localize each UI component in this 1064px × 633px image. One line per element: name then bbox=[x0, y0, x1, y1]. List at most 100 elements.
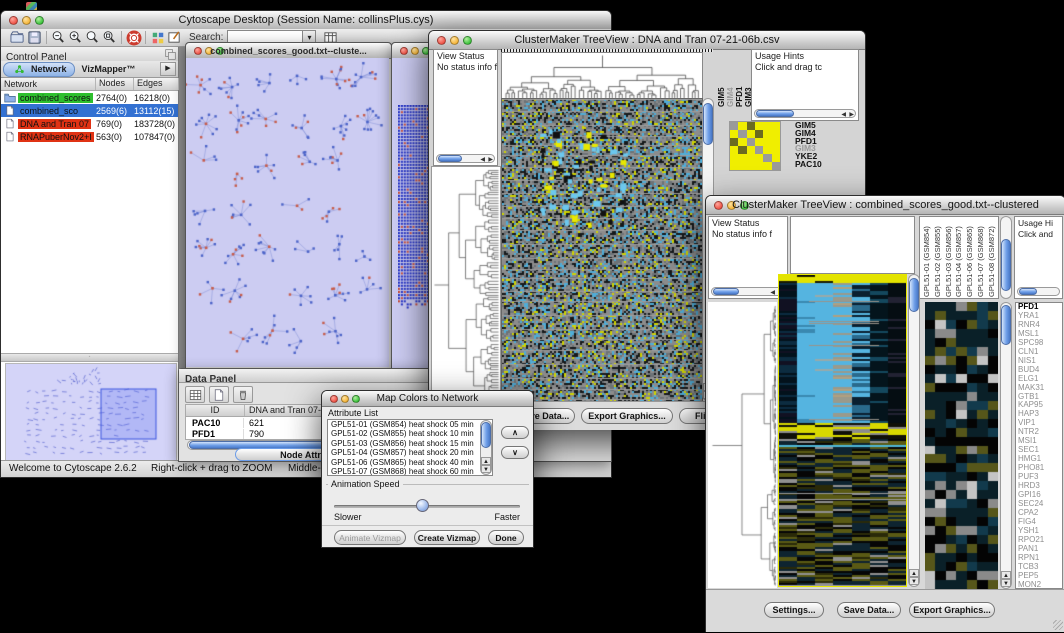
minimize-button[interactable] bbox=[411, 47, 419, 55]
network-frame-title-bar[interactable]: combined_scores_good.txt--cluste... bbox=[186, 43, 391, 59]
matrix-cell[interactable] bbox=[763, 130, 771, 138]
view-status-hscrollbar[interactable]: ◀ ▶ bbox=[436, 154, 495, 163]
matrix-cell[interactable] bbox=[730, 146, 738, 154]
scroll-up-arrow-icon[interactable]: ▲ bbox=[909, 569, 919, 577]
matrix-cell[interactable] bbox=[747, 130, 755, 138]
scrollbar-thumb[interactable] bbox=[438, 155, 462, 162]
save-icon[interactable] bbox=[26, 30, 43, 46]
matrix-cell[interactable] bbox=[738, 130, 746, 138]
tv2-detail-heatmap[interactable] bbox=[925, 302, 998, 589]
scroll-down-arrow-icon[interactable]: ▼ bbox=[909, 577, 919, 585]
matrix-cell[interactable] bbox=[730, 162, 738, 170]
scrollbar-thumb[interactable] bbox=[1019, 288, 1037, 295]
scrollbar-thumb[interactable] bbox=[1001, 239, 1011, 291]
matrix-cell[interactable] bbox=[763, 122, 771, 130]
column-header-network[interactable]: Network bbox=[1, 78, 96, 90]
matrix-cell[interactable] bbox=[755, 154, 763, 162]
column-header-id[interactable]: ID bbox=[186, 405, 245, 416]
matrix-cell[interactable] bbox=[738, 154, 746, 162]
matrix-cell[interactable] bbox=[755, 122, 763, 130]
vizmapper-icon[interactable] bbox=[149, 30, 166, 46]
tv1-row-dendrogram[interactable] bbox=[431, 166, 501, 403]
matrix-cell[interactable] bbox=[763, 154, 771, 162]
open-file-icon[interactable] bbox=[9, 30, 26, 46]
matrix-cell[interactable] bbox=[763, 162, 771, 170]
scroll-right-arrow-icon[interactable]: ▶ bbox=[488, 155, 493, 166]
attribute-listbox[interactable]: GPL51-01 (GSM854) heat shock 05 minGPL51… bbox=[327, 419, 493, 476]
matrix-cell[interactable] bbox=[772, 138, 780, 146]
scrollbar-thumb[interactable] bbox=[481, 422, 491, 448]
attribute-list-item[interactable]: GPL51-03 (GSM856) heat shock 15 min bbox=[331, 439, 492, 448]
scroll-up-arrow-icon[interactable]: ▲ bbox=[1001, 571, 1011, 579]
attribute-list-item[interactable]: GPL51-01 (GSM854) heat shock 05 min bbox=[331, 420, 492, 429]
tv1-detail-matrix[interactable] bbox=[729, 121, 781, 171]
column-header-nodes[interactable]: Nodes bbox=[96, 78, 134, 90]
matrix-cell[interactable] bbox=[755, 162, 763, 170]
matrix-cell[interactable] bbox=[755, 146, 763, 154]
tab-overflow-button[interactable]: ▶ bbox=[160, 62, 176, 76]
attribute-list-item[interactable]: GPL51-07 (GSM868) heat shock 60 min bbox=[331, 467, 492, 476]
attribute-list-item[interactable]: GPL51-06 (GSM865) heat shock 40 min bbox=[331, 458, 492, 467]
new-document-icon[interactable] bbox=[209, 386, 229, 403]
tv2-title-bar[interactable]: ClusterMaker TreeView : combined_scores_… bbox=[706, 196, 1064, 215]
panel-divider[interactable]: ◦ bbox=[1, 353, 178, 362]
matrix-cell[interactable] bbox=[747, 138, 755, 146]
zoom-selected-icon[interactable] bbox=[84, 30, 101, 46]
matrix-cell[interactable] bbox=[730, 122, 738, 130]
network-overview-thumbnail[interactable] bbox=[5, 363, 177, 465]
attribute-grid-icon[interactable] bbox=[185, 386, 205, 403]
matrix-cell[interactable] bbox=[730, 130, 738, 138]
scrollbar-thumb[interactable] bbox=[713, 288, 739, 295]
matrix-cell[interactable] bbox=[747, 154, 755, 162]
scroll-down-arrow-icon[interactable]: ▼ bbox=[1001, 579, 1011, 587]
delete-trash-icon[interactable] bbox=[233, 386, 253, 403]
scroll-down-arrow-icon[interactable]: ▼ bbox=[481, 465, 491, 473]
attribute-list-item[interactable]: GPL51-04 (GSM857) heat shock 20 min bbox=[331, 448, 492, 457]
zoom-in-icon[interactable] bbox=[67, 30, 84, 46]
button-export-graphics-[interactable]: Export Graphics... bbox=[581, 408, 673, 424]
matrix-cell[interactable] bbox=[772, 130, 780, 138]
button-animate-vizmap[interactable]: Animate Vizmap bbox=[334, 530, 406, 545]
usage-hints-hscrollbar[interactable] bbox=[1017, 287, 1060, 296]
scroll-left-arrow-icon[interactable]: ◀ bbox=[770, 288, 775, 299]
close-button[interactable] bbox=[400, 47, 408, 55]
scrollbar-thumb[interactable] bbox=[1001, 305, 1011, 345]
matrix-cell[interactable] bbox=[772, 162, 780, 170]
resize-grip[interactable] bbox=[1053, 620, 1063, 630]
tab-vizmapper[interactable]: VizMapper™ bbox=[75, 63, 143, 76]
matrix-cell[interactable] bbox=[747, 146, 755, 154]
tv1-title-bar[interactable]: ClusterMaker TreeView : DNA and Tran 07-… bbox=[429, 31, 865, 50]
column-header-edges[interactable]: Edges bbox=[134, 78, 179, 90]
tv1-heatmap[interactable] bbox=[501, 98, 703, 403]
matrix-cell[interactable] bbox=[738, 162, 746, 170]
zoom-out-icon[interactable] bbox=[50, 30, 67, 46]
attribute-list-item[interactable]: GPL51-02 (GSM855) heat shock 10 min bbox=[331, 429, 492, 438]
float-panel-icon[interactable] bbox=[164, 48, 176, 60]
matrix-cell[interactable] bbox=[738, 146, 746, 154]
tv2-heatmap-vscrollbar[interactable]: ▲ ▼ bbox=[908, 274, 920, 587]
speed-slider-thumb[interactable] bbox=[416, 499, 429, 512]
tv1-column-dendrogram[interactable] bbox=[501, 52, 703, 100]
scroll-left-arrow-icon[interactable]: ◀ bbox=[841, 110, 846, 121]
scroll-right-arrow-icon[interactable]: ▶ bbox=[849, 110, 854, 121]
matrix-cell[interactable] bbox=[738, 122, 746, 130]
dialog-title-bar[interactable]: Map Colors to Network bbox=[322, 391, 533, 407]
attribute-list-vscrollbar[interactable]: ▲ ▼ bbox=[480, 420, 492, 475]
scrollbar-thumb[interactable] bbox=[909, 278, 919, 312]
scrollbar-thumb[interactable] bbox=[703, 103, 713, 145]
usage-hints-hscrollbar[interactable]: ◀ ▶ bbox=[754, 109, 856, 118]
matrix-cell[interactable] bbox=[738, 138, 746, 146]
tv2-row-dendrogram[interactable] bbox=[708, 302, 777, 588]
move-down-button[interactable]: ∨ bbox=[501, 446, 529, 459]
matrix-cell[interactable] bbox=[772, 122, 780, 130]
matrix-cell[interactable] bbox=[730, 138, 738, 146]
button-create-vizmap[interactable]: Create Vizmap bbox=[414, 530, 480, 545]
matrix-cell[interactable] bbox=[747, 122, 755, 130]
matrix-cell[interactable] bbox=[730, 154, 738, 162]
scrollbar-thumb[interactable] bbox=[756, 110, 794, 117]
zoom-fit-icon[interactable] bbox=[101, 30, 118, 46]
matrix-cell[interactable] bbox=[763, 138, 771, 146]
tab-network[interactable]: Network bbox=[3, 62, 75, 77]
matrix-cell[interactable] bbox=[772, 154, 780, 162]
scroll-up-arrow-icon[interactable]: ▲ bbox=[481, 457, 491, 465]
